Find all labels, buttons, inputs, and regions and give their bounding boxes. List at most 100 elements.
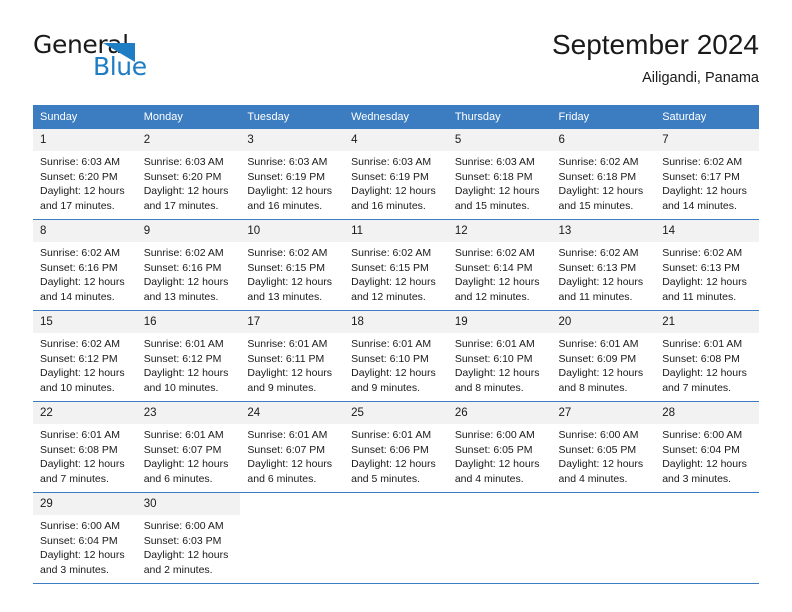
sunset-text: Sunset: 6:20 PM	[40, 170, 118, 183]
calendar-day-cell[interactable]: 7 Sunrise: 6:02 AM Sunset: 6:17 PM Daylight…	[655, 129, 759, 220]
day-details: Sunrise: 6:02 AM Sunset: 6:18 PM Daylight:…	[552, 151, 656, 213]
daylight-text-line2: and 3 minutes.	[662, 472, 732, 485]
calendar-day-cell[interactable]: 4 Sunrise: 6:03 AM Sunset: 6:19 PM Daylight…	[344, 129, 448, 220]
day-number: 14	[655, 220, 759, 242]
calendar-day-cell[interactable]: 2 Sunrise: 6:03 AM Sunset: 6:20 PM Daylight…	[136, 129, 241, 220]
sunset-text: Sunset: 6:04 PM	[40, 534, 118, 547]
sunset-text: Sunset: 6:12 PM	[40, 352, 118, 365]
calendar-day-cell[interactable]: 10 Sunrise: 6:02 AM Sunset: 6:15 PM Dayligh…	[240, 219, 345, 311]
sunset-text: Sunset: 6:06 PM	[351, 443, 429, 456]
day-details: Sunrise: 6:02 AM Sunset: 6:16 PM Daylight:…	[137, 242, 241, 304]
day-number: 29	[33, 493, 137, 515]
daylight-text-line2: and 12 minutes.	[351, 290, 426, 303]
day-number: 24	[240, 402, 345, 424]
page-title: September 2024	[551, 29, 759, 60]
calendar-day-cell[interactable]: 11 Sunrise: 6:02 AM Sunset: 6:15 PM Dayligh…	[344, 219, 448, 311]
sunset-text: Sunset: 6:19 PM	[351, 170, 429, 183]
calendar-day-cell[interactable]: 6 Sunrise: 6:02 AM Sunset: 6:18 PM Daylight…	[551, 129, 656, 220]
calendar-day-cell[interactable]: 13 Sunrise: 6:02 AM Sunset: 6:13 PM Dayligh…	[551, 219, 656, 311]
daylight-text-line1: Daylight: 12 hours	[662, 367, 747, 380]
calendar-day-cell[interactable]: 19 Sunrise: 6:01 AM Sunset: 6:10 PM Dayligh…	[447, 310, 552, 402]
daylight-text-line1: Daylight: 12 hours	[247, 367, 333, 380]
calendar-day-cell[interactable]: 3 Sunrise: 6:03 AM Sunset: 6:19 PM Daylight…	[240, 129, 345, 220]
calendar-day-cell[interactable]: 5 Sunrise: 6:03 AM Sunset: 6:18 PM Daylight…	[447, 129, 552, 220]
calendar-week-row: 1 Sunrise: 6:03 AM Sunset: 6:20 PM Daylight…	[33, 129, 759, 220]
calendar-day-cell[interactable]: 18 Sunrise: 6:01 AM Sunset: 6:10 PM Dayligh…	[344, 310, 448, 402]
calendar-day-cell[interactable]: 24 Sunrise: 6:01 AM Sunset: 6:07 PM Dayligh…	[240, 401, 345, 493]
calendar-day-cell[interactable]: 26 Sunrise: 6:00 AM Sunset: 6:05 PM Dayligh…	[447, 401, 552, 493]
calendar-day-cell[interactable]: 28 Sunrise: 6:00 AM Sunset: 6:04 PM Dayligh…	[655, 401, 759, 493]
daylight-text-line1: Daylight: 12 hours	[662, 185, 747, 198]
day-number: 22	[33, 402, 137, 424]
daylight-text-line1: Daylight: 12 hours	[662, 276, 747, 289]
day-number: 10	[240, 220, 345, 242]
sunset-text: Sunset: 6:13 PM	[662, 261, 740, 274]
day-details: Sunrise: 6:01 AM Sunset: 6:09 PM Daylight:…	[552, 333, 656, 395]
day-details: Sunrise: 6:01 AM Sunset: 6:08 PM Daylight:…	[655, 333, 759, 395]
daylight-text-line1: Daylight: 12 hours	[454, 367, 540, 380]
sunrise-text: Sunrise: 6:02 AM	[662, 156, 743, 168]
page-subtitle-location: Ailigandi, Panama	[642, 70, 759, 86]
calendar-day-cell[interactable]: 20 Sunrise: 6:01 AM Sunset: 6:09 PM Dayligh…	[551, 310, 656, 402]
daylight-text-line2: and 15 minutes.	[558, 199, 634, 212]
calendar-day-cell[interactable]: 30 Sunrise: 6:00 AM Sunset: 6:03 PM Dayligh…	[136, 492, 241, 584]
day-details: Sunrise: 6:00 AM Sunset: 6:05 PM Daylight:…	[552, 424, 656, 486]
day-number	[448, 493, 552, 515]
daylight-text-line1: Daylight: 12 hours	[247, 185, 333, 198]
daylight-text-line2: and 16 minutes.	[247, 199, 323, 212]
daylight-text-line2: and 14 minutes.	[662, 199, 737, 212]
title-block: September 2024 Ailigandi, Panama	[552, 28, 759, 88]
day-number: 21	[655, 311, 759, 333]
day-number	[344, 493, 448, 515]
day-number: 26	[447, 402, 552, 424]
daylight-text-line1: Daylight: 12 hours	[558, 185, 644, 198]
weekday-header-friday: Friday	[551, 105, 656, 129]
calendar-day-cell[interactable]: 9 Sunrise: 6:02 AM Sunset: 6:16 PM Daylight…	[136, 219, 241, 311]
sunset-text: Sunset: 6:19 PM	[247, 170, 326, 183]
daylight-text-line2: and 10 minutes.	[40, 381, 115, 394]
calendar-day-cell[interactable]: 16 Sunrise: 6:01 AM Sunset: 6:12 PM Dayligh…	[136, 310, 241, 402]
daylight-text-line2: and 12 minutes.	[454, 290, 530, 303]
daylight-text-line1: Daylight: 12 hours	[351, 367, 436, 380]
day-details: Sunrise: 6:02 AM Sunset: 6:14 PM Daylight:…	[448, 242, 552, 304]
calendar-day-cell[interactable]: 8 Sunrise: 6:02 AM Sunset: 6:16 PM Daylight…	[33, 219, 137, 311]
day-details: Sunrise: 6:01 AM Sunset: 6:12 PM Daylight:…	[137, 333, 241, 395]
generalblue-logo[interactable]: General Blue	[33, 32, 243, 90]
sunrise-text: Sunrise: 6:01 AM	[143, 429, 224, 441]
calendar-day-cell[interactable]: 17 Sunrise: 6:01 AM Sunset: 6:11 PM Dayligh…	[240, 310, 345, 402]
calendar-header-row: Sunday Monday Tuesday Wednesday Thursday…	[33, 105, 759, 129]
sunset-text: Sunset: 6:14 PM	[454, 261, 533, 274]
daylight-text-line1: Daylight: 12 hours	[351, 458, 436, 471]
sunset-text: Sunset: 6:17 PM	[662, 170, 740, 183]
sunset-text: Sunset: 6:03 PM	[143, 534, 222, 547]
calendar-day-cell[interactable]: 12 Sunrise: 6:02 AM Sunset: 6:14 PM Dayligh…	[447, 219, 552, 311]
daylight-text-line2: and 7 minutes.	[40, 472, 109, 485]
calendar-day-cell[interactable]: 15 Sunrise: 6:02 AM Sunset: 6:12 PM Dayligh…	[33, 310, 137, 402]
calendar-day-cell[interactable]: 21 Sunrise: 6:01 AM Sunset: 6:08 PM Dayligh…	[655, 310, 759, 402]
day-details: Sunrise: 6:02 AM Sunset: 6:16 PM Daylight:…	[33, 242, 137, 304]
daylight-text-line2: and 16 minutes.	[351, 199, 426, 212]
calendar-day-cell[interactable]: 25 Sunrise: 6:01 AM Sunset: 6:06 PM Dayligh…	[344, 401, 448, 493]
sunset-text: Sunset: 6:07 PM	[247, 443, 326, 456]
calendar-day-cell[interactable]: 27 Sunrise: 6:00 AM Sunset: 6:05 PM Dayligh…	[551, 401, 656, 493]
day-details: Sunrise: 6:01 AM Sunset: 6:06 PM Daylight:…	[344, 424, 448, 486]
sunset-text: Sunset: 6:18 PM	[454, 170, 533, 183]
daylight-text-line2: and 11 minutes.	[662, 290, 737, 303]
calendar-day-cell[interactable]: 1 Sunrise: 6:03 AM Sunset: 6:20 PM Daylight…	[33, 129, 137, 220]
daylight-text-line1: Daylight: 12 hours	[143, 458, 229, 471]
daylight-text-line2: and 8 minutes.	[454, 381, 524, 394]
day-number: 6	[551, 129, 656, 151]
calendar-day-cell[interactable]: 22 Sunrise: 6:01 AM Sunset: 6:08 PM Dayligh…	[33, 401, 137, 493]
calendar-day-cell-empty	[447, 492, 552, 584]
sunset-text: Sunset: 6:08 PM	[40, 443, 118, 456]
calendar-day-cell[interactable]: 29 Sunrise: 6:00 AM Sunset: 6:04 PM Dayligh…	[33, 492, 137, 584]
calendar-day-cell-empty	[551, 492, 656, 584]
sunset-text: Sunset: 6:15 PM	[247, 261, 326, 274]
calendar-day-cell[interactable]: 23 Sunrise: 6:01 AM Sunset: 6:07 PM Dayligh…	[136, 401, 241, 493]
calendar-day-cell[interactable]: 14 Sunrise: 6:02 AM Sunset: 6:13 PM Dayligh…	[655, 219, 759, 311]
daylight-text-line1: Daylight: 12 hours	[143, 185, 229, 198]
sunrise-text: Sunrise: 6:01 AM	[558, 338, 639, 350]
daylight-text-line2: and 11 minutes.	[558, 290, 633, 303]
calendar-week-row: 8 Sunrise: 6:02 AM Sunset: 6:16 PM Daylight…	[33, 219, 759, 311]
sunset-text: Sunset: 6:09 PM	[558, 352, 637, 365]
